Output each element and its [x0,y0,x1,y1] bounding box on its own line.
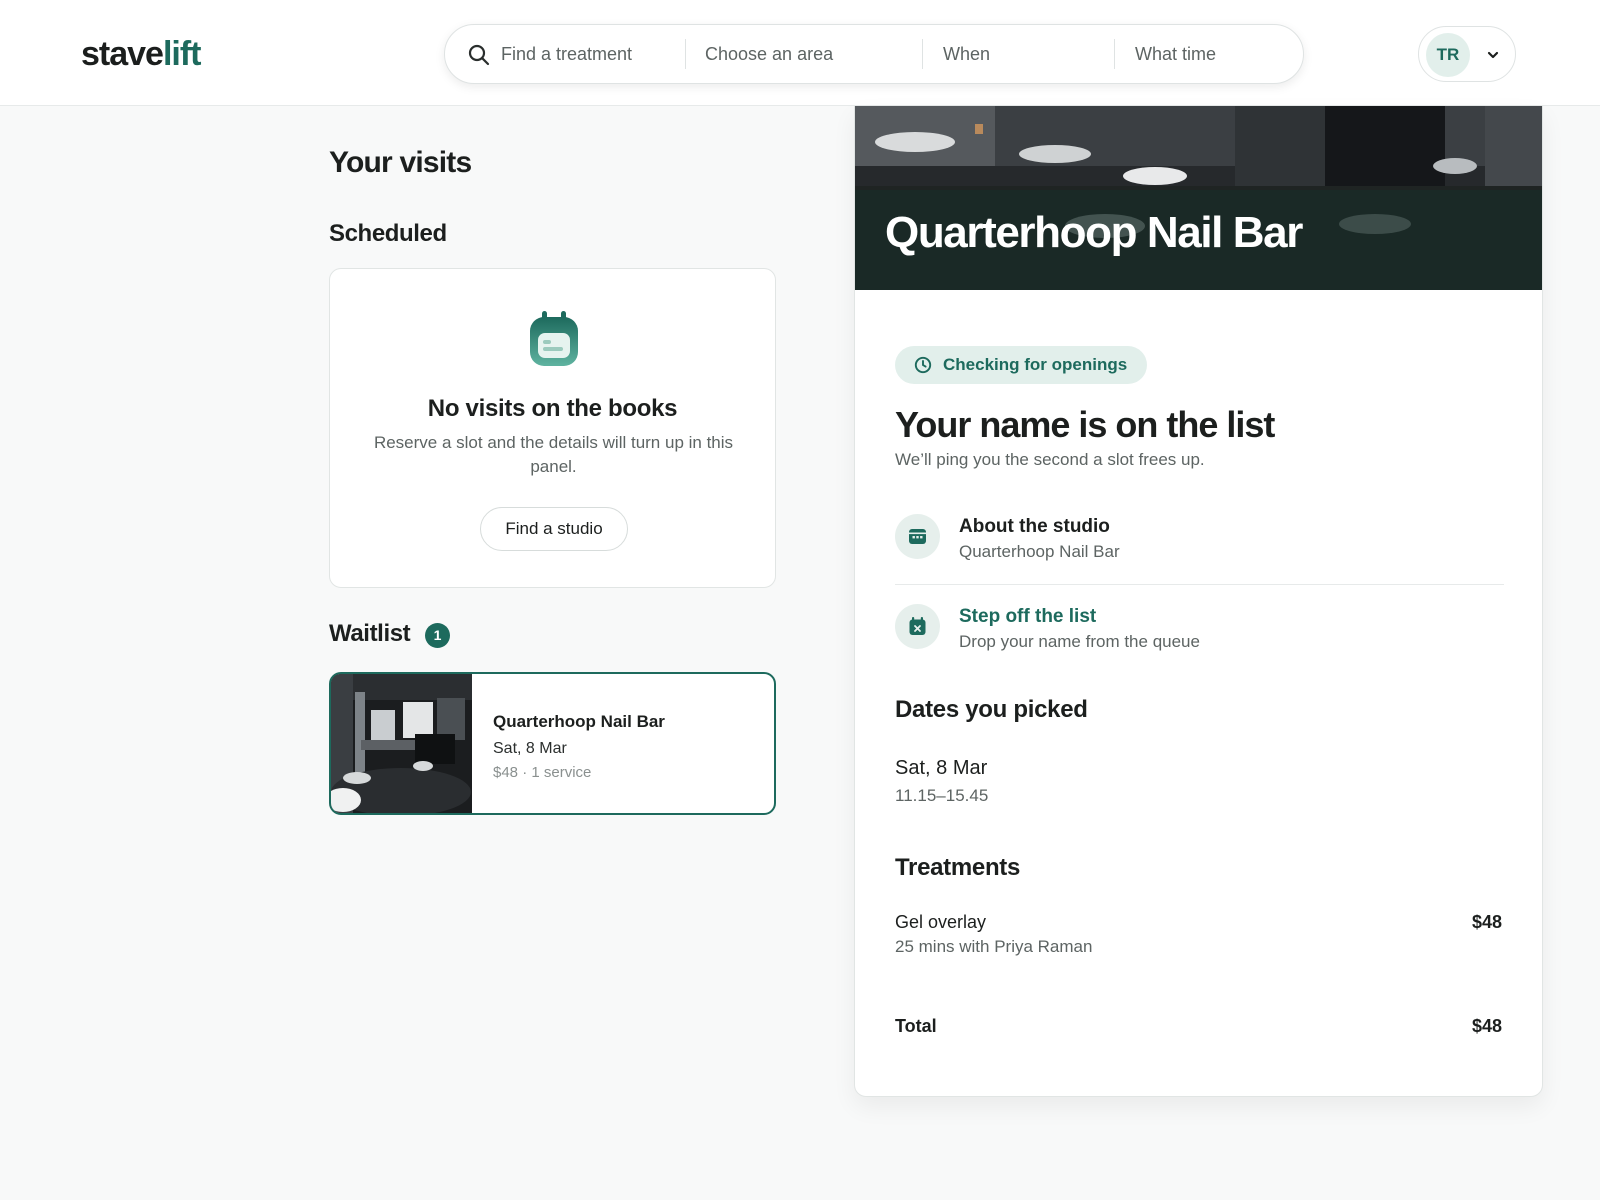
leave-waitlist-desc: Drop your name from the queue [959,632,1200,651]
date-field[interactable]: When [943,25,1093,83]
area-field[interactable]: Choose an area [705,25,905,83]
treatment-price: $48 [1471,912,1502,932]
find-studio-button[interactable]: Find a studio [480,507,628,551]
empty-state-title: No visits on the books [427,395,678,422]
time-field[interactable]: What time [1135,25,1285,83]
waitlist-confirmation-title: Your name is on the list [895,404,1275,445]
treatments-heading: Treatments [895,854,1021,881]
about-studio-link[interactable]: About the studio Quarterhoop Nail Bar [895,506,1504,576]
logo[interactable]: stavelift [81,34,202,74]
search-bar[interactable]: Find a treatment Choose an area When Wha… [444,24,1304,84]
status-label: Checking for openings [943,355,1128,374]
waitlist-detail-panel: Quarterhoop Nail Bar Checking for openin… [854,106,1543,1097]
calendar-icon [530,311,578,366]
status-badge: Checking for openings [895,346,1148,384]
search-divider [685,39,686,69]
picked-date: Sat, 8 Mar [895,757,988,779]
treatment-detail: 25 mins with Priya Raman [895,937,1093,956]
storefront-icon [895,514,940,559]
calendar-x-icon [895,604,940,649]
waitlist-heading: Waitlist [329,620,411,647]
dates-heading: Dates you picked [895,696,1088,723]
waitlist-meta: $48 · 1 service [493,764,592,781]
waitlist-studio-name: Quarterhoop Nail Bar [493,712,665,731]
picked-time-range: 11.15–15.45 [895,786,989,805]
waitlist-item[interactable]: Quarterhoop Nail Bar Sat, 8 Mar $48 · 1 … [329,672,776,815]
clock-icon [914,356,932,374]
studio-hero-image [855,106,1542,290]
search-icon[interactable] [467,43,491,67]
divider [895,584,1504,585]
scheduled-heading: Scheduled [329,220,447,247]
search-divider [1114,39,1115,69]
waitlist-count-badge: 1 [425,623,450,648]
empty-state-description: Reserve a slot and the details will turn… [373,433,734,476]
page-title: Your visits [329,146,472,179]
studio-name-heading: Quarterhoop Nail Bar [885,208,1303,257]
top-header: stavelift Find a treatment Choose an are… [0,0,1600,106]
treatment-name: Gel overlay [895,912,987,932]
treatment-search-field[interactable]: Find a treatment [501,25,661,83]
search-divider [922,39,923,69]
logo-text-part2: lift [162,35,202,73]
about-studio-label: About the studio [959,516,1110,537]
studio-hero: Quarterhoop Nail Bar [855,106,1542,290]
empty-state-card: No visits on the books Reserve a slot an… [329,268,776,588]
about-studio-desc: Quarterhoop Nail Bar [959,542,1120,561]
total-label: Total [895,1016,937,1036]
leave-waitlist-link[interactable]: Step off the list Drop your name from th… [895,596,1504,666]
avatar[interactable]: TR [1426,33,1470,77]
waitlist-date: Sat, 8 Mar [493,740,567,757]
logo-text-part1: stave [81,35,164,73]
waitlist-confirmation-subtitle: We’ll ping you the second a slot frees u… [895,450,1205,469]
studio-thumbnail [331,674,472,813]
chevron-down-icon[interactable] [1485,47,1501,63]
leave-waitlist-label: Step off the list [959,606,1097,627]
total-price: $48 [1471,1016,1502,1036]
user-menu-button[interactable]: TR [1418,26,1516,82]
